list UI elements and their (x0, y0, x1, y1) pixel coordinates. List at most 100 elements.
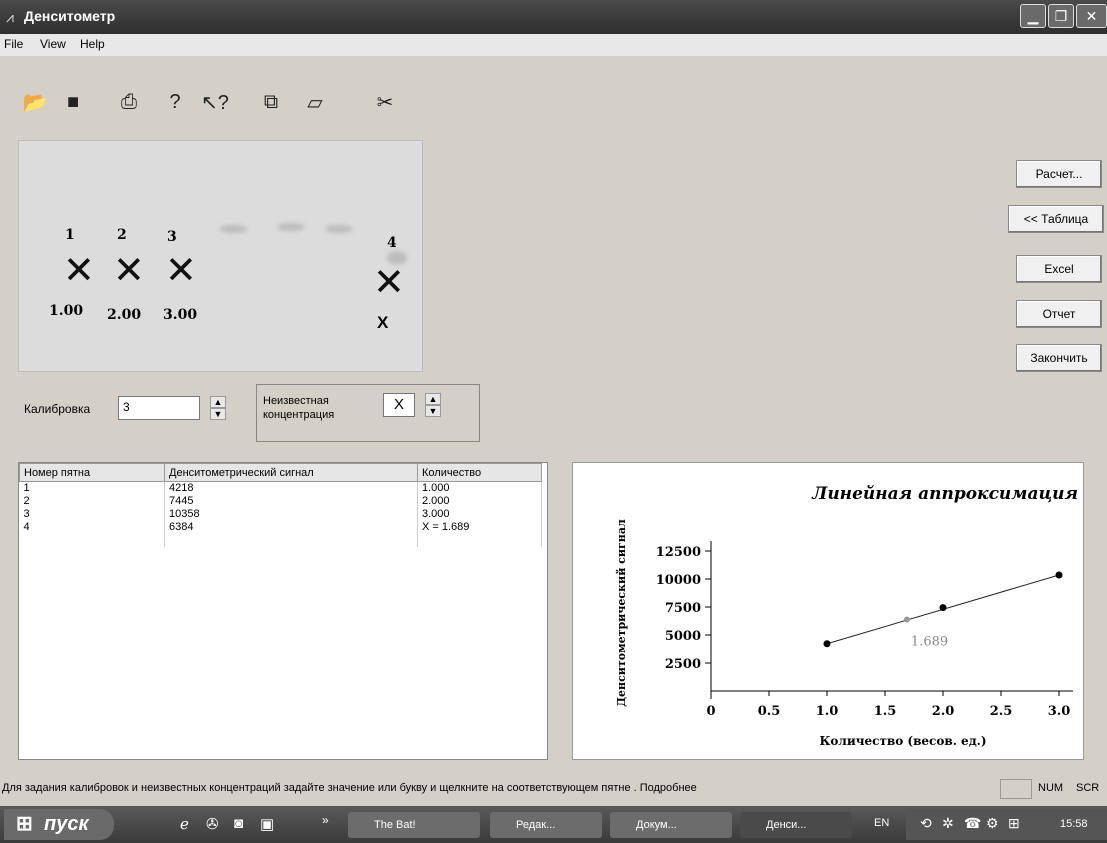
task-thebat[interactable]: The Bat! (348, 812, 480, 838)
paste-icon[interactable]: ▱ (300, 86, 330, 118)
windows-logo-icon: ⊞ (16, 813, 33, 835)
calibration-label: Калибровка (24, 402, 91, 416)
calibration-up-arrow[interactable]: ▲ (210, 396, 226, 408)
unknown-input[interactable]: X (383, 393, 415, 417)
lane-number: 1 (65, 227, 75, 243)
lane-value: 2.00 (107, 307, 142, 323)
menu-bar: File View Help (0, 34, 1107, 56)
quicklaunch-ie-icon[interactable]: ℯ (180, 815, 189, 833)
unknown-label: Неизвестная (263, 395, 329, 407)
unknown-up-arrow[interactable]: ▲ (425, 393, 441, 405)
table-row[interactable]: 1 4218 1.000 (19, 481, 542, 495)
tray-icon[interactable]: ✲ (942, 815, 954, 832)
finish-button[interactable]: Закончить (1016, 344, 1102, 372)
menu-help[interactable]: Help (80, 37, 105, 51)
unknown-label: концентрация (263, 409, 335, 421)
x-axis-label: Количество (весов. ед.) (819, 734, 986, 748)
lane-number: 2 (117, 227, 127, 243)
language-indicator[interactable]: EN (874, 817, 889, 829)
task-densitometer[interactable]: Денси... (740, 812, 852, 838)
y-tick-label: 7500 (665, 601, 701, 616)
title-bar[interactable]: ⩘ Денситометр ▁ ❐ ✕ (0, 0, 1107, 34)
tray-icon[interactable]: ⊞ (1008, 815, 1020, 832)
spot-marker[interactable]: ✕ (113, 251, 145, 289)
lane-number: 4 (387, 235, 397, 251)
quicklaunch-media-icon[interactable]: ✇ (206, 815, 219, 833)
lane-value: X (377, 313, 389, 332)
data-point (1055, 571, 1063, 579)
chevron-icon[interactable]: » (322, 813, 329, 827)
menu-view[interactable]: View (40, 37, 66, 51)
spot-smear (277, 223, 305, 231)
x-tick-label: 2.5 (990, 704, 1013, 719)
x-tick-label: 3.0 (1048, 704, 1071, 719)
column-header[interactable]: Количество (417, 463, 542, 482)
calibration-input[interactable]: 3 (118, 396, 200, 420)
results-table[interactable]: Номер пятна Денситометрический сигнал Ко… (18, 462, 548, 760)
toolbar: 📂 ■ ⎙ ? ↖? ⧉ ▱ ✂ (0, 80, 430, 130)
app-icon: ⩘ (6, 9, 14, 25)
context-help-icon[interactable]: ↖? (200, 86, 230, 118)
report-button[interactable]: Отчет (1016, 300, 1102, 328)
scissors-icon[interactable]: ✂ (370, 86, 400, 118)
x-tick-label: 0 (706, 704, 715, 719)
cell: 4218 (164, 481, 418, 495)
task-editor[interactable]: Редак... (490, 812, 602, 838)
close-button[interactable]: ✕ (1076, 4, 1107, 28)
excel-button[interactable]: Excel (1016, 255, 1102, 283)
table-row[interactable]: 4 6384 X = 1.689 (19, 521, 542, 534)
gel-image[interactable]: 1 2 3 4 ✕ ✕ ✕ ✕ 1.00 2.00 3.00 X (18, 140, 423, 372)
unknown-group: Неизвестная концентрация X ▲ ▼ (256, 384, 480, 442)
copy-icon[interactable]: ⧉ (256, 86, 286, 118)
x-tick-label: 1.5 (874, 704, 897, 719)
y-tick-label: 12500 (656, 545, 701, 560)
table-button[interactable]: << Таблица (1008, 205, 1104, 233)
spot-marker[interactable]: ✕ (63, 251, 95, 289)
menu-file[interactable]: File (4, 37, 23, 51)
cell: 3 (19, 508, 165, 521)
table-row[interactable]: 2 7445 2.000 (19, 495, 542, 508)
open-icon[interactable]: 📂 (20, 86, 50, 118)
column-header[interactable]: Номер пятна (19, 463, 165, 482)
scr-indicator: SCR (1076, 782, 1100, 794)
quicklaunch-app-icon[interactable]: ◙ (234, 815, 243, 832)
chart-panel: Линейная аппроксимация Денситометрически… (572, 462, 1084, 760)
start-button[interactable]: ⊞ пуск (4, 809, 114, 840)
tray-icon[interactable]: ⟲ (920, 815, 932, 832)
status-text: Для задания калибровок и неизвестных кон… (2, 782, 697, 794)
window-title: Денситометр (24, 8, 116, 24)
table-row[interactable]: 3 10358 3.000 (19, 508, 542, 521)
num-indicator: NUM (1038, 782, 1064, 794)
spot-marker[interactable]: ✕ (373, 263, 405, 301)
start-label: пуск (44, 813, 89, 835)
task-document[interactable]: Докум... (610, 812, 732, 838)
calc-button[interactable]: Расчет... (1016, 160, 1102, 188)
lane-value: 3.00 (163, 307, 198, 323)
unknown-down-arrow[interactable]: ▼ (425, 405, 441, 417)
lane-number: 3 (167, 229, 177, 245)
print-icon[interactable]: ⎙ (114, 86, 144, 118)
x-tick-label: 0.5 (758, 704, 781, 719)
calibration-down-arrow[interactable]: ▼ (210, 408, 226, 420)
cell: 4 (19, 521, 165, 534)
spot-marker[interactable]: ✕ (165, 251, 197, 289)
maximize-button[interactable]: ❐ (1048, 4, 1074, 28)
x-tick-label: 2.0 (932, 704, 955, 719)
cell: 2 (19, 495, 165, 508)
lane-value: 1.00 (49, 303, 84, 319)
column-header[interactable]: Денситометрический сигнал (164, 463, 418, 482)
quicklaunch-desktop-icon[interactable]: ▣ (260, 815, 274, 833)
status-bar: Для задания калибровок и неизвестных кон… (0, 778, 1107, 800)
tray-icon[interactable]: ⚙ (986, 815, 999, 832)
taskbar: ⊞ пуск ℯ ✇ ◙ ▣ » The Bat! Редак... Докум… (0, 806, 1107, 843)
cell: 3.000 (417, 508, 542, 521)
spot-smear (325, 225, 353, 233)
chart-title: Линейная аппроксимация (811, 484, 1078, 504)
table-row[interactable] (19, 534, 542, 547)
clock: 15:58 (1060, 818, 1088, 830)
help-icon[interactable]: ? (160, 86, 190, 118)
tray-icon[interactable]: ☎ (964, 815, 981, 832)
minimize-button[interactable]: ▁ (1020, 4, 1046, 28)
data-point (823, 640, 831, 648)
save-icon[interactable]: ■ (58, 86, 88, 118)
